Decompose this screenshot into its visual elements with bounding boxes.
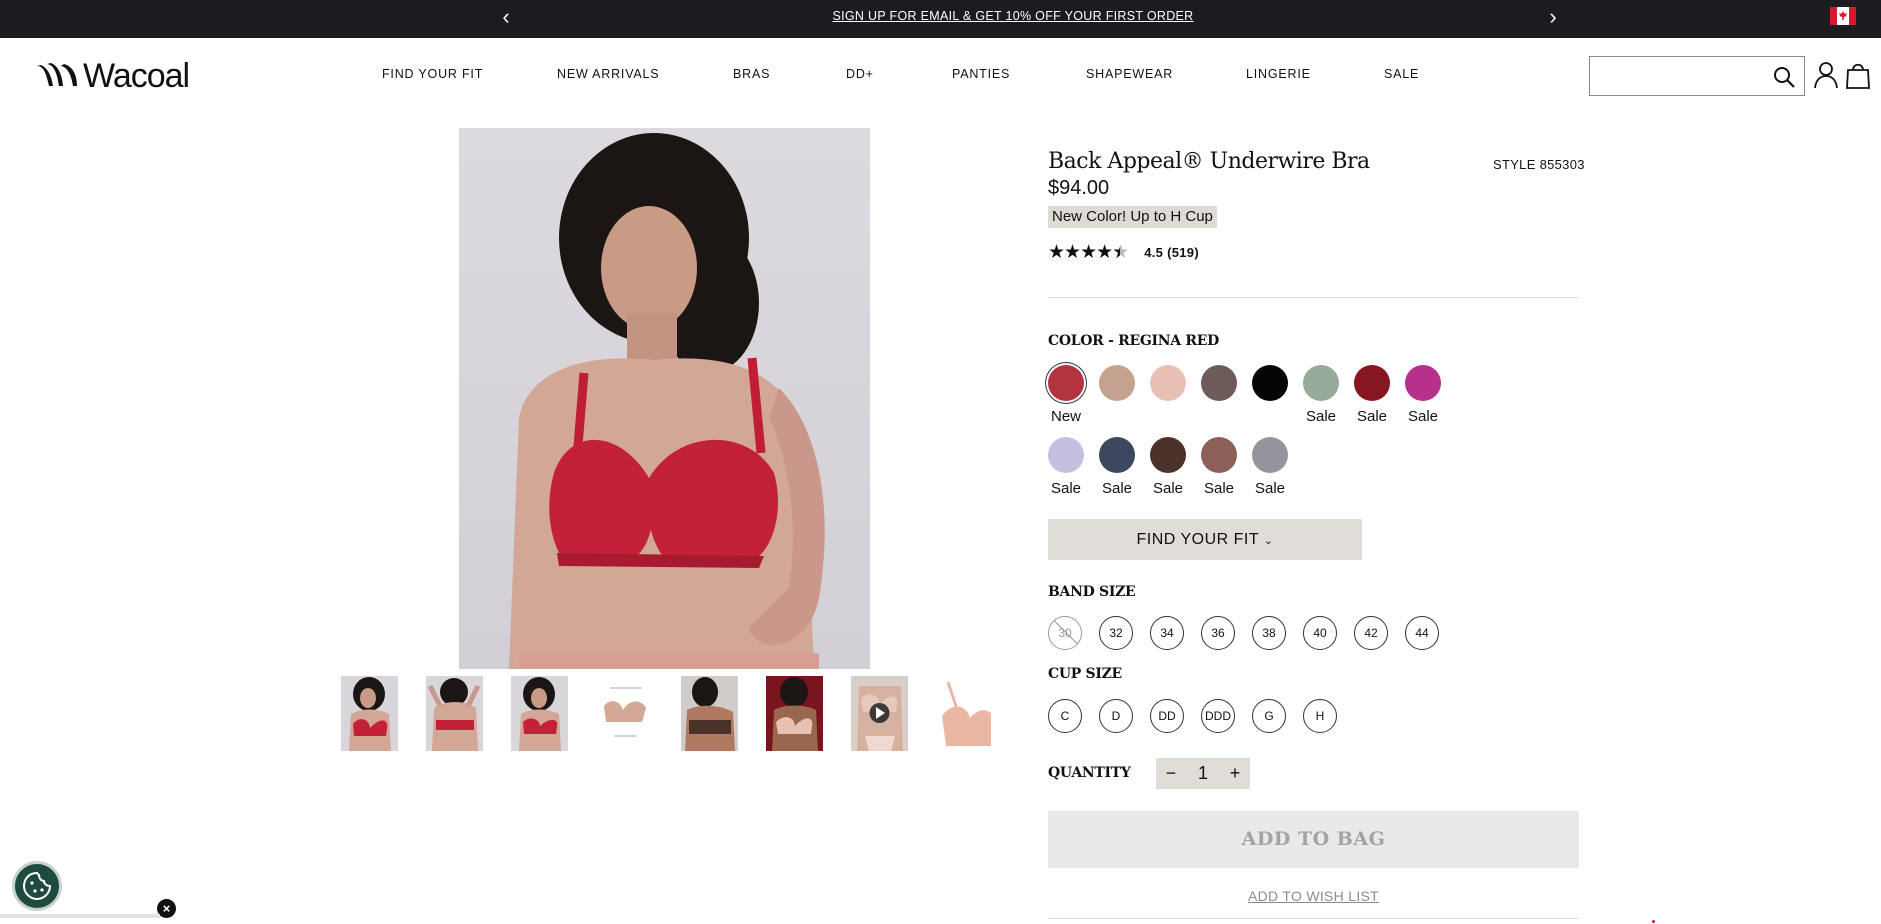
thumbnail-1[interactable] xyxy=(341,676,398,751)
cup-size-option[interactable]: C xyxy=(1048,699,1082,733)
nav-item-new-arrivals[interactable]: NEW ARRIVALS xyxy=(557,67,659,81)
chevron-right-icon[interactable]: › xyxy=(1541,5,1565,29)
color-swatch[interactable] xyxy=(1099,365,1135,401)
color-swatch[interactable] xyxy=(1150,365,1186,401)
star-icon: ★ xyxy=(1064,242,1081,263)
cookie-settings-button[interactable] xyxy=(12,861,62,911)
nav-item-bras[interactable]: BRAS xyxy=(733,67,770,81)
add-to-wishlist-link[interactable]: ADD TO WISH LIST xyxy=(1048,888,1579,904)
wacoal-logo-mark-icon xyxy=(37,63,77,86)
cookie-icon xyxy=(22,871,52,901)
band-size-option[interactable]: 38 xyxy=(1252,616,1286,650)
band-size-label: BAND SIZE xyxy=(1048,584,1136,600)
band-size-option[interactable]: 32 xyxy=(1099,616,1133,650)
color-swatch[interactable] xyxy=(1048,365,1084,401)
thumbnail-6[interactable] xyxy=(766,676,823,751)
band-size-option[interactable]: 34 xyxy=(1150,616,1184,650)
divider-bottom xyxy=(1048,918,1579,919)
star-icon: ★ xyxy=(1048,242,1065,263)
swatch-label: Sale xyxy=(1254,480,1286,497)
thumbnail-7-video[interactable] xyxy=(851,676,908,751)
nav-item-dd-plus[interactable]: DD+ xyxy=(846,67,874,81)
decorative-dot xyxy=(1652,920,1655,923)
swatch-label: Sale xyxy=(1407,408,1439,425)
band-size-option[interactable]: 40 xyxy=(1303,616,1337,650)
add-to-bag-button[interactable]: ADD TO BAG xyxy=(1048,811,1579,868)
nav-item-lingerie[interactable]: LINGERIE xyxy=(1246,67,1311,81)
cup-size-option[interactable]: H xyxy=(1303,699,1337,733)
nav-item-panties[interactable]: PANTIES xyxy=(952,67,1010,81)
quantity-stepper: − 1 + xyxy=(1156,758,1250,789)
product-price: $94.00 xyxy=(1048,177,1110,199)
band-size-option[interactable]: 44 xyxy=(1405,616,1439,650)
divider xyxy=(1048,297,1579,298)
wacoal-logo[interactable]: Wacoal xyxy=(37,56,190,95)
color-swatch[interactable] xyxy=(1099,437,1135,473)
star-icon: ★ xyxy=(1080,242,1097,263)
color-label: COLOR - REGINA RED xyxy=(1048,333,1219,349)
search-icon[interactable] xyxy=(1772,65,1796,89)
canada-flag-icon[interactable] xyxy=(1830,7,1856,25)
quantity-value[interactable]: 1 xyxy=(1186,758,1220,789)
thumbnail-4[interactable] xyxy=(596,676,653,751)
cup-size-option[interactable]: G xyxy=(1252,699,1286,733)
thumbnail-strip xyxy=(341,676,991,751)
style-number: STYLE 855303 xyxy=(1493,157,1585,172)
quantity-increase-button[interactable]: + xyxy=(1222,758,1248,789)
account-icon[interactable] xyxy=(1813,60,1839,90)
nav-item-find-your-fit[interactable]: FIND YOUR FIT xyxy=(382,67,483,81)
color-swatch[interactable] xyxy=(1150,437,1186,473)
color-swatch[interactable] xyxy=(1252,437,1288,473)
logo-text: Wacoal xyxy=(83,56,190,95)
band-size-option[interactable]: 30 xyxy=(1048,616,1082,650)
color-swatch[interactable] xyxy=(1354,365,1390,401)
chevron-down-icon: ⌄ xyxy=(1263,535,1274,547)
thumbnail-8[interactable] xyxy=(936,676,991,751)
cookie-bar xyxy=(0,914,160,918)
rating-text[interactable]: 4.5 (519) xyxy=(1144,245,1199,260)
model-photo xyxy=(509,133,825,669)
cup-size-label: CUP SIZE xyxy=(1048,666,1122,682)
thumbnail-5[interactable] xyxy=(681,676,738,751)
color-swatch[interactable] xyxy=(1048,437,1084,473)
star-icon: ★ xyxy=(1096,242,1113,263)
band-size-option[interactable]: 36 xyxy=(1201,616,1235,650)
star-icon: ★ xyxy=(1112,242,1129,263)
thumbnail-2[interactable] xyxy=(426,676,483,751)
nav-item-sale[interactable]: SALE xyxy=(1384,67,1419,81)
band-size-option[interactable]: 42 xyxy=(1354,616,1388,650)
rating[interactable]: ★★★★★ 4.5 (519) xyxy=(1048,241,1199,264)
thumbnail-3[interactable] xyxy=(511,676,568,751)
color-swatch[interactable] xyxy=(1201,365,1237,401)
quantity-decrease-button[interactable]: − xyxy=(1158,758,1184,789)
color-swatch[interactable] xyxy=(1303,365,1339,401)
find-your-fit-button[interactable]: FIND YOUR FIT ⌄ xyxy=(1048,519,1362,560)
promo-tag: New Color! Up to H Cup xyxy=(1048,206,1217,228)
promo-bar: ‹ SIGN UP FOR EMAIL & GET 10% OFF YOUR F… xyxy=(0,0,1881,38)
swatch-label: New xyxy=(1050,408,1081,425)
color-swatch[interactable] xyxy=(1252,365,1288,401)
promo-text[interactable]: SIGN UP FOR EMAIL & GET 10% OFF YOUR FIR… xyxy=(0,9,1881,23)
nav-item-shapewear[interactable]: SHAPEWEAR xyxy=(1086,67,1173,81)
search-input[interactable] xyxy=(1589,56,1805,96)
shopping-bag-icon[interactable] xyxy=(1845,60,1871,90)
color-swatch[interactable] xyxy=(1405,365,1441,401)
cup-size-option[interactable]: D xyxy=(1099,699,1133,733)
cup-size-option[interactable]: DD xyxy=(1150,699,1184,733)
color-swatch[interactable] xyxy=(1201,437,1237,473)
product-main-image[interactable] xyxy=(459,128,870,669)
cup-size-option[interactable]: DDD xyxy=(1201,699,1235,733)
star-rating-icon: ★★★★★ xyxy=(1048,241,1129,264)
quantity-label: QUANTITY xyxy=(1048,765,1131,781)
product-title: Back Appeal® Underwire Bra xyxy=(1048,149,1370,174)
